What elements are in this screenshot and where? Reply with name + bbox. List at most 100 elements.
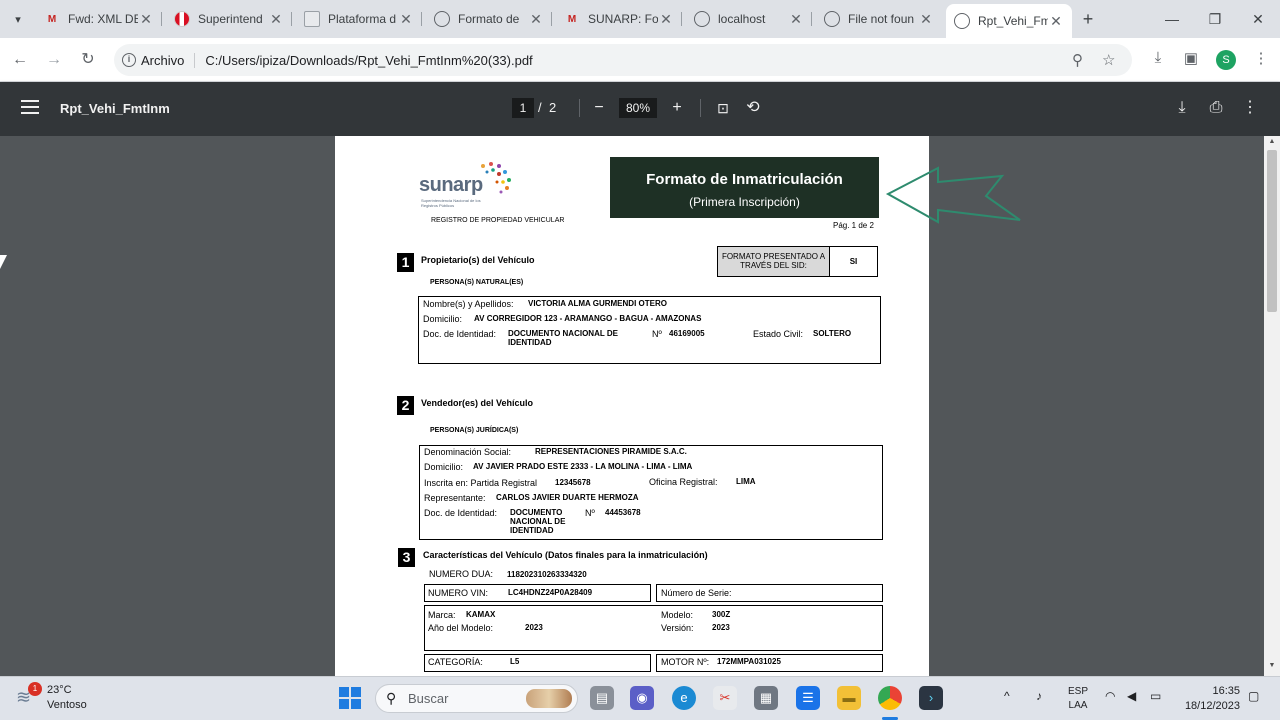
- registro-label: REGISTRO DE PROPIEDAD VEHICULAR: [431, 217, 565, 224]
- rotate-icon[interactable]: ⟲: [742, 97, 764, 119]
- field-label: Domicilio:: [423, 314, 463, 324]
- section-2-subtitle: PERSONA(S) JURÍDICA(S): [430, 427, 519, 434]
- tray-chevron-icon[interactable]: ^: [1004, 689, 1010, 703]
- zoom-input[interactable]: 80%: [619, 98, 657, 118]
- bookmark-star-icon[interactable]: ☆: [1102, 51, 1115, 69]
- model-value: 300Z: [712, 610, 731, 619]
- taskbar-search[interactable]: ⚲ Buscar: [375, 684, 578, 713]
- dua-number: 118202310263334320: [507, 570, 587, 579]
- search-icon: ⚲: [386, 690, 397, 706]
- field-label: Domicilio:: [424, 462, 464, 472]
- address-bar[interactable]: i Archivo C:/Users/ipiza/Downloads/Rpt_V…: [114, 44, 1132, 76]
- close-icon[interactable]: ✕: [788, 11, 804, 28]
- new-tab-button[interactable]: +: [1078, 9, 1098, 29]
- battery-icon[interactable]: ▭: [1150, 689, 1161, 703]
- scroll-down-icon[interactable]: ▼: [1267, 662, 1277, 669]
- windows-start-icon[interactable]: [339, 687, 361, 709]
- snipping-tool-icon[interactable]: ✂: [713, 686, 737, 710]
- serie-box: Número de Serie:: [656, 584, 883, 602]
- chrome-icon[interactable]: [878, 686, 902, 710]
- chrome-menu-icon[interactable]: ⋮: [1250, 49, 1272, 67]
- seller-box: Denominación Social: REPRESENTACIONES PI…: [419, 445, 883, 540]
- language-indicator[interactable]: ESP LAA: [1068, 685, 1088, 713]
- close-icon[interactable]: ✕: [658, 11, 674, 28]
- notepad-icon[interactable]: ☰: [796, 686, 820, 710]
- tab-1[interactable]: Superintend ✕: [166, 5, 292, 33]
- field-label: Inscrita en: Partida Registral: [424, 478, 538, 488]
- tab-title: Rpt_Vehi_Fm: [978, 14, 1048, 28]
- zoom-out-button[interactable]: −: [588, 97, 610, 119]
- field-label: Nombre(s) y Apellidos:: [423, 299, 514, 309]
- hamburger-menu-icon[interactable]: [21, 100, 39, 114]
- download-icon[interactable]: ⤓: [1147, 49, 1169, 66]
- calculator-icon[interactable]: ▦: [754, 686, 778, 710]
- browser-toolbar: ← → ↻ i Archivo C:/Users/ipiza/Downloads…: [0, 38, 1280, 82]
- fit-page-icon[interactable]: ⊡: [712, 97, 734, 119]
- pdf-viewer[interactable]: sunarp Superintendencia Nacional de los …: [0, 136, 1264, 676]
- field-label: Año del Modelo:: [428, 623, 494, 633]
- field-label: Nº: [652, 329, 662, 339]
- terminal-icon[interactable]: ›: [919, 686, 943, 710]
- zoom-in-button[interactable]: +: [666, 97, 688, 119]
- close-icon[interactable]: ✕: [528, 11, 544, 28]
- field-label: NUMERO VIN:: [428, 588, 489, 598]
- task-view-icon[interactable]: ▤: [590, 686, 614, 710]
- side-panel-icon[interactable]: ▣: [1180, 49, 1202, 67]
- tab-6[interactable]: File not foun ✕: [816, 5, 942, 33]
- back-button[interactable]: ←: [8, 48, 32, 72]
- field-label: Número de Serie:: [661, 588, 732, 598]
- close-icon[interactable]: ✕: [268, 11, 284, 28]
- close-icon[interactable]: ✕: [138, 11, 154, 28]
- document-header: Formato de Inmatriculación (Primera Insc…: [610, 157, 879, 218]
- scroll-thumb[interactable]: [1267, 150, 1277, 312]
- page-number-input[interactable]: 1: [512, 98, 534, 118]
- field-label: Nº: [585, 508, 595, 518]
- close-window-button[interactable]: ✕: [1246, 8, 1270, 30]
- close-icon[interactable]: ✕: [398, 11, 414, 28]
- tab-7-active[interactable]: Rpt_Vehi_Fm ✕: [946, 4, 1072, 38]
- reload-button[interactable]: ↻: [76, 48, 100, 72]
- microphone-icon[interactable]: ♪: [1036, 689, 1042, 703]
- wifi-icon[interactable]: ◠: [1105, 689, 1115, 703]
- info-icon[interactable]: i: [122, 53, 136, 67]
- model-box: Marca: KAMAX Año del Modelo: 2023 Modelo…: [424, 605, 883, 651]
- seller-representative: CARLOS JAVIER DUARTE HERMOZA: [496, 493, 639, 502]
- tab-0[interactable]: M Fwd: XML DE ✕: [36, 5, 162, 33]
- file-explorer-icon[interactable]: ▬: [837, 686, 861, 710]
- restore-button[interactable]: ❐: [1203, 8, 1227, 30]
- field-label: MOTOR Nº:: [661, 657, 710, 667]
- edge-browser-icon[interactable]: e: [672, 686, 696, 710]
- field-label: Denominación Social:: [424, 447, 512, 457]
- weather-condition[interactable]: Ventoso: [47, 699, 87, 711]
- forward-button[interactable]: →: [42, 48, 66, 72]
- seller-name: REPRESENTACIONES PIRAMIDE S.A.C.: [535, 447, 687, 456]
- notifications-icon[interactable]: ▢: [1248, 689, 1259, 703]
- minimize-button[interactable]: —: [1160, 8, 1184, 30]
- tab-search-chevron-icon[interactable]: ▾: [6, 7, 30, 31]
- tab-2[interactable]: Plataforma d ✕: [296, 5, 422, 33]
- zoom-magnifier-icon[interactable]: ⚲: [1072, 51, 1083, 69]
- system-clock[interactable]: 16:35 18/12/2023: [1182, 684, 1240, 714]
- more-options-icon[interactable]: ⋮: [1239, 97, 1261, 119]
- scroll-up-icon[interactable]: ▲: [1267, 138, 1277, 145]
- field-label: Marca:: [428, 610, 456, 620]
- divider: [700, 99, 701, 117]
- url-text[interactable]: C:/Users/ipiza/Downloads/Rpt_Vehi_FmtInm…: [205, 53, 532, 68]
- tab-4[interactable]: M SUNARP: Fo ✕: [556, 5, 682, 33]
- temperature[interactable]: 23°C: [47, 684, 72, 696]
- close-icon[interactable]: ✕: [918, 11, 934, 28]
- language-code: ESP: [1068, 686, 1089, 697]
- globe-icon: [954, 13, 970, 29]
- close-icon[interactable]: ✕: [1048, 13, 1064, 30]
- arrow-annotation-icon: [885, 166, 1021, 224]
- tab-3[interactable]: Formato de ✕: [426, 5, 552, 33]
- print-icon[interactable]: ⎙: [1205, 97, 1227, 119]
- motor-box: MOTOR Nº: 172MMPA031025: [656, 654, 883, 672]
- pdf-download-icon[interactable]: ⤓: [1171, 97, 1193, 119]
- teams-chat-icon[interactable]: ◉: [630, 686, 654, 710]
- vertical-scrollbar[interactable]: ▲ ▼: [1264, 136, 1280, 676]
- volume-icon[interactable]: ◀: [1127, 689, 1136, 703]
- field-label: Estado Civil:: [753, 329, 804, 339]
- tab-5[interactable]: localhost ✕: [686, 5, 812, 33]
- profile-avatar[interactable]: S: [1216, 50, 1236, 70]
